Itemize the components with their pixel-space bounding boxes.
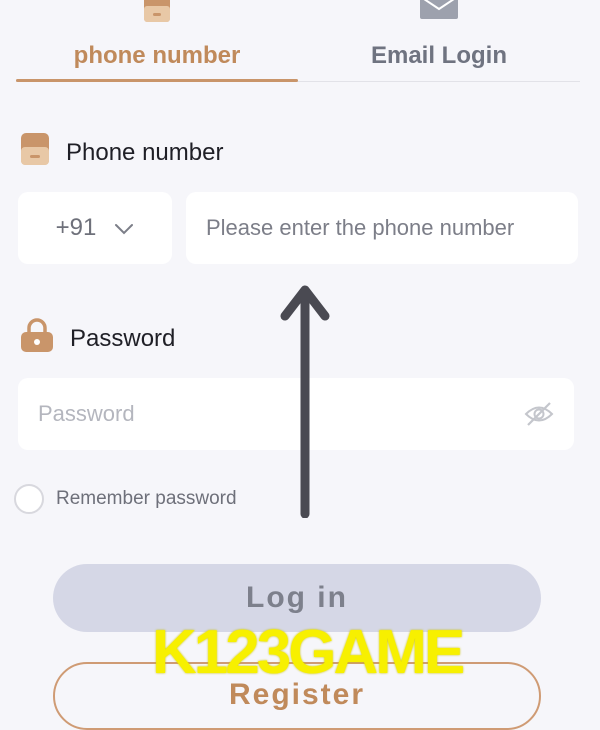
eye-slash-icon[interactable]	[524, 400, 554, 433]
phone-number-input[interactable]	[186, 192, 578, 264]
password-field-header: Password	[20, 318, 175, 359]
country-code-select[interactable]: +91	[18, 192, 172, 264]
phone-field-label: Phone number	[66, 138, 224, 166]
tab-phone-number-label: phone number	[73, 42, 241, 69]
remember-password-option[interactable]: Remember password	[14, 484, 237, 514]
tab-phone-number[interactable]: phone number	[16, 0, 298, 82]
envelope-icon	[419, 0, 459, 25]
login-tabs: phone number Email Login	[16, 0, 580, 82]
password-field-label: Password	[70, 324, 176, 352]
password-input[interactable]	[18, 378, 498, 450]
phone-field-header: Phone number	[20, 132, 223, 173]
tab-email-login[interactable]: Email Login	[298, 0, 580, 82]
country-code-value: +91	[55, 214, 97, 241]
lock-icon	[20, 318, 54, 359]
remember-password-radio[interactable]	[14, 484, 44, 514]
arrow-up-icon	[280, 282, 330, 523]
active-tab-indicator	[16, 79, 298, 82]
tab-email-login-label: Email Login	[370, 42, 507, 69]
phone-icon	[142, 0, 172, 29]
remember-password-label: Remember password	[56, 488, 237, 509]
brand-watermark: K123GAME	[152, 618, 465, 687]
phone-icon	[20, 132, 50, 173]
chevron-down-icon	[114, 214, 134, 242]
